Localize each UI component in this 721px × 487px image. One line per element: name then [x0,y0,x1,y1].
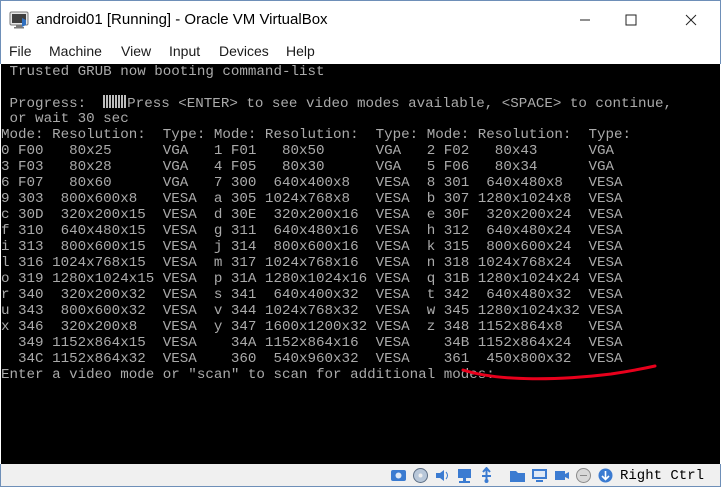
annotation-stroke [461,364,657,381]
minimize-button[interactable] [562,1,608,39]
mouse-integration-icon[interactable] [597,467,614,484]
menu-devices[interactable]: Devices [219,43,269,59]
recording-icon[interactable] [553,467,570,484]
audio-icon[interactable] [434,467,451,484]
menu-input[interactable]: Input [169,43,200,59]
shared-folder-icon[interactable] [509,467,526,484]
vm-console-screen[interactable]: Trusted GRUB now booting command-list Pr… [1,64,720,464]
menu-file[interactable]: File [9,43,32,59]
menu-machine[interactable]: Machine [49,43,102,59]
host-key-label: Right Ctrl [620,468,705,484]
window-title: android01 [Running] - Oracle VM VirtualB… [36,11,328,28]
minimize-icon [580,19,590,21]
close-icon [685,14,697,26]
maximize-button[interactable] [608,1,654,39]
optical-drive-icon[interactable] [412,467,429,484]
menu-bar: File Machine View Input Devices Help [0,38,721,64]
menu-view[interactable]: View [121,43,151,59]
title-bar[interactable]: android01 [Running] - Oracle VM VirtualB… [0,0,721,38]
usb-icon[interactable] [478,466,495,484]
status-bar: Right Ctrl [0,464,721,487]
maximize-icon [625,14,637,26]
virtualbox-app-icon [9,11,29,29]
red-annotation-underline [461,364,657,381]
hard-disk-icon[interactable] [390,467,407,484]
menu-help[interactable]: Help [286,43,315,59]
display-icon[interactable] [531,467,548,484]
network-icon[interactable] [456,467,473,484]
cpu-icon[interactable] [575,467,592,484]
close-button[interactable] [668,1,714,39]
